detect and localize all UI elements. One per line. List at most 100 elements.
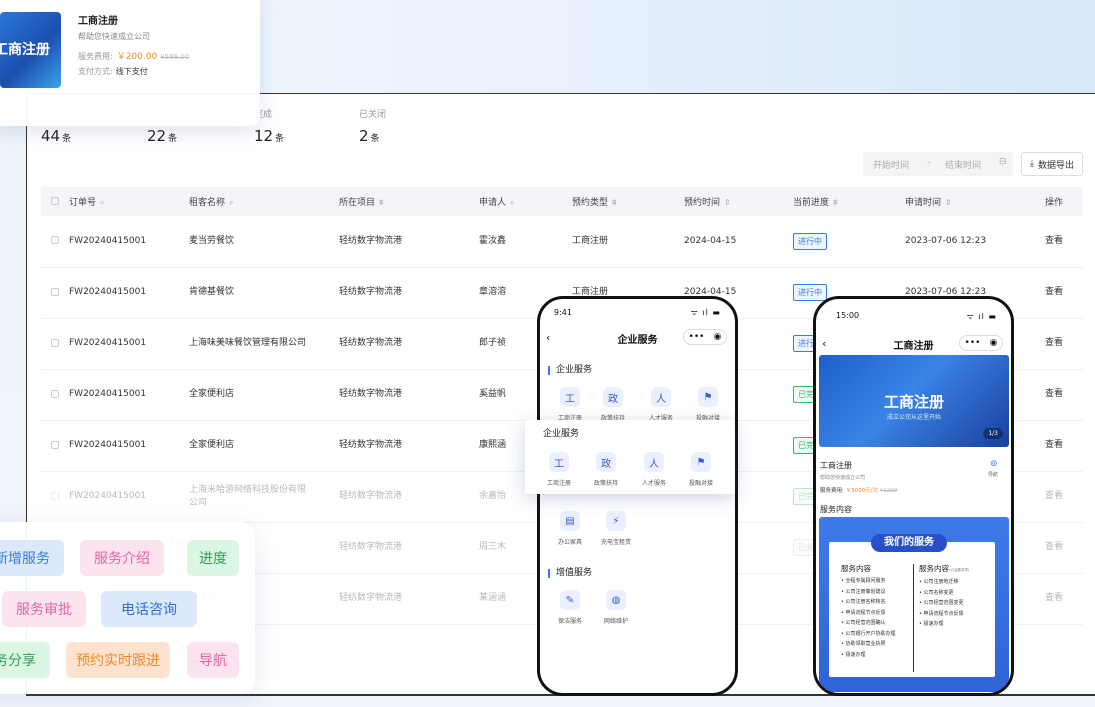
poster-list-item: • 申请流程节点反馈 xyxy=(919,610,964,617)
close-target-icon[interactable]: ◉ xyxy=(990,338,998,348)
signal-icon: ᯤ ıl ▬ xyxy=(966,312,997,321)
poster-list-item: • 极速办理 xyxy=(841,651,866,658)
project-name: 轻纺数字物流港 xyxy=(339,471,479,523)
poster-list-item: • 公司名称变更 xyxy=(919,589,954,596)
row-checkbox[interactable] xyxy=(51,389,59,398)
view-link[interactable]: 查看 xyxy=(1045,318,1083,370)
view-link[interactable]: 查看 xyxy=(1045,522,1083,574)
close-target-icon[interactable]: ◉ xyxy=(714,332,722,342)
policy-icon[interactable]: 政 xyxy=(596,452,616,472)
finance-flag-icon[interactable]: ⚑ xyxy=(698,387,718,407)
business-reg-icon[interactable]: 工 xyxy=(560,387,580,407)
col-progress: 当前进度 ⩩ xyxy=(793,187,905,216)
tag-realtime-followup[interactable]: 预约实时跟进 xyxy=(66,642,170,678)
view-link[interactable]: 查看 xyxy=(1045,369,1083,421)
export-label: 数据导出 xyxy=(1037,160,1074,171)
tag-service-approval[interactable]: 服务审批 xyxy=(2,591,86,627)
tenant-name: 全家便利店 xyxy=(189,369,339,421)
table-row[interactable]: FW20240415001 麦当劳餐饮 轻纺数字物流港 霍汝鑫 工商注册 2024-04-… xyxy=(41,216,1083,268)
row-checkbox[interactable] xyxy=(51,338,59,347)
order-no: FW20240415001 xyxy=(69,216,189,268)
office-furniture-icon[interactable]: ▤ xyxy=(560,511,580,531)
col-appt-type: 预约类型 ⩩ xyxy=(572,187,684,216)
service-card[interactable]: 工商注册 工商注册 帮助您快速成立公司 服务费用: ￥200.00 ¥599.00 … xyxy=(0,0,260,126)
export-button[interactable]: ⤓ 数据导出 xyxy=(1021,152,1083,176)
content-title: 服务内容 xyxy=(820,505,852,514)
service-thumbnail: 工商注册 xyxy=(0,12,61,88)
cleaning-icon[interactable]: ✎ xyxy=(560,590,580,610)
poster-list-item: • 全程专属顾问服务 xyxy=(841,578,886,584)
poster-list-item: • 公司银行开户协助办理 xyxy=(841,630,896,637)
tag-service-intro[interactable]: 服务介绍 xyxy=(80,540,164,576)
more-icon[interactable]: ••• xyxy=(689,332,705,342)
tag-progress[interactable]: 进度 xyxy=(187,540,239,576)
tenant-name: 麦当劳餐饮 xyxy=(189,216,339,268)
filter-icon[interactable]: ⩩ xyxy=(833,198,837,207)
poster-list-item: • 公司注册地迁移 xyxy=(919,579,959,585)
view-link[interactable]: 查看 xyxy=(1045,573,1083,625)
date-separator: – xyxy=(927,158,932,168)
col-action: 操作 xyxy=(1045,187,1083,216)
mini-program-capsule[interactable]: ••• ◉ xyxy=(959,335,1003,351)
tag-service-share[interactable]: 务分享 xyxy=(0,642,50,678)
project-name: 轻纺数字物流港 xyxy=(339,522,479,574)
project-name: 轻纺数字物流港 xyxy=(339,369,479,421)
tag-navigation[interactable]: 导航 xyxy=(187,642,239,678)
talent-icon[interactable]: 人 xyxy=(644,452,664,472)
tenant-name: 全家便利店 xyxy=(189,420,339,472)
applicant: 霍汝鑫 xyxy=(479,216,572,268)
stat-value: 22 xyxy=(147,127,167,145)
select-all-checkbox[interactable] xyxy=(51,197,59,205)
calendar-icon: ⊟ xyxy=(999,157,1007,167)
row-checkbox[interactable] xyxy=(51,236,59,245)
policy-icon[interactable]: 政 xyxy=(603,387,623,407)
order-no: FW20240415001 xyxy=(69,369,189,421)
banner-title: 工商注册 xyxy=(883,393,944,411)
location-icon[interactable]: ⊚ xyxy=(990,459,998,469)
date-range-picker[interactable]: 开始时间 – 结束时间 ⊟ xyxy=(863,152,1013,176)
end-date-input[interactable]: 结束时间 xyxy=(945,158,981,171)
network-icon[interactable]: ◍ xyxy=(606,590,626,610)
start-date-input[interactable]: 开始时间 xyxy=(873,158,909,171)
service-subtitle: 帮助您快速成立公司 xyxy=(78,32,150,41)
sort-icon[interactable]: ⇕ xyxy=(945,198,952,207)
stat-value: 12 xyxy=(254,127,274,145)
view-link[interactable]: 查看 xyxy=(1045,420,1083,472)
phone-nav-bar: ‹ 企业服务 ••• ◉ xyxy=(540,329,735,349)
poster-list-item: • 申请流程节点反馈 xyxy=(841,609,886,616)
filter-icon[interactable]: ⩩ xyxy=(379,198,383,207)
service-fee: 服务费用: ￥3000元/次 ¥1299 xyxy=(820,488,898,494)
power-bank-icon[interactable]: ⚡ xyxy=(606,511,626,531)
tenant-name: 上海米哈游网络科技股份有限公司 xyxy=(189,471,339,523)
poster-heading: 我们的服务 xyxy=(871,534,947,552)
phone-enterprise-services: 9:41 ᯤ ıl ▬ ‹ 企业服务 ••• ◉ 企业服务 工 政 人 ⚑ 工商注… xyxy=(537,296,738,696)
more-icon[interactable]: ••• xyxy=(965,338,981,348)
business-reg-icon[interactable]: 工 xyxy=(549,452,569,472)
sort-icon[interactable]: ⇕ xyxy=(724,198,731,207)
view-link[interactable]: 查看 xyxy=(1045,471,1083,523)
view-link[interactable]: 查看 xyxy=(1045,267,1083,319)
search-icon[interactable]: ⌕ xyxy=(510,198,514,207)
tag-add-service[interactable]: 新增服务 xyxy=(0,540,64,576)
poster-col-1: 服务内容 • 全程专属顾问服务 • 公司注册策划建议 • 公司注册名称核名 • 申请流… xyxy=(841,564,896,660)
finance-flag-icon[interactable]: ⚑ xyxy=(691,452,711,472)
stat-value: 44 xyxy=(41,127,61,145)
banner-pager: 1/3 xyxy=(983,428,1003,439)
talent-icon[interactable]: 人 xyxy=(651,387,671,407)
mini-program-capsule[interactable]: ••• ◉ xyxy=(683,329,727,345)
view-link[interactable]: 查看 xyxy=(1045,216,1083,268)
appt-type: 工商注册 xyxy=(572,216,684,268)
status-badge: 进行中 xyxy=(793,232,827,250)
status-time: 9:41 xyxy=(554,308,572,317)
search-icon[interactable]: ⌕ xyxy=(100,198,104,207)
search-icon[interactable]: ⌕ xyxy=(229,198,233,207)
filter-icon[interactable]: ⩩ xyxy=(612,198,616,207)
table-header: 订单号 ⌕ 租客名称 ⌕ 所在项目 ⩩ 申请人 ⌕ 预约类型 ⩩ 预约时间 ⇕ 当前进度 ⩩ … xyxy=(41,187,1083,216)
row-checkbox[interactable] xyxy=(51,440,59,449)
promo-banner[interactable]: 工商注册 成立公司从这里开始 1/3 xyxy=(819,355,1009,447)
col-order-no: 订单号 ⌕ xyxy=(69,187,189,216)
col-applicant: 申请人 ⌕ xyxy=(479,187,572,216)
tag-phone-consult[interactable]: 电话咨询 xyxy=(101,591,197,627)
row-checkbox[interactable] xyxy=(51,287,59,296)
row-checkbox[interactable] xyxy=(51,491,59,500)
